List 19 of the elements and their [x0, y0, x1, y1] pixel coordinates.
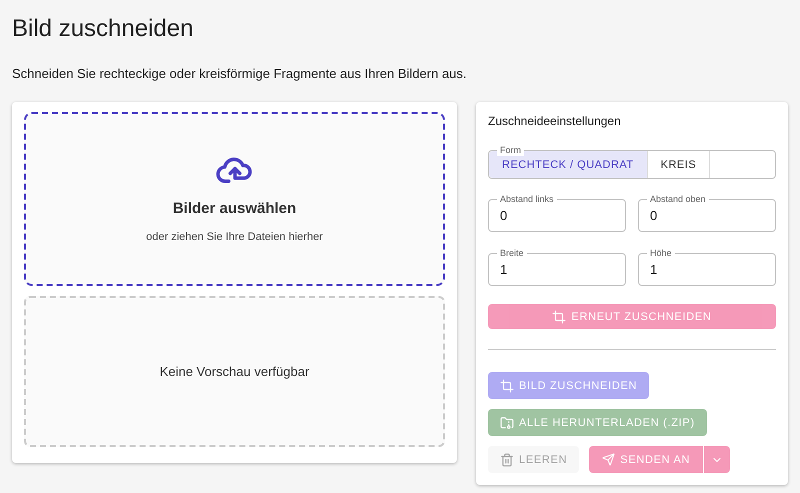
field-label: Abstand links	[497, 193, 557, 206]
dropzone[interactable]: Bilder auswählen oder ziehen Sie Ihre Dateien hierher	[24, 112, 445, 286]
trash-icon	[500, 452, 514, 466]
preview-empty-text: Keine Vorschau verfügbar	[160, 364, 310, 379]
field-label: Breite	[497, 247, 527, 260]
cloud-upload-icon	[216, 156, 254, 186]
page-title: Bild zuschneiden	[12, 14, 194, 44]
settings-title: Zuschneideeinstellungen	[488, 114, 622, 128]
crop-icon	[500, 378, 514, 392]
dropzone-title: Bilder auswählen	[172, 200, 296, 216]
send-icon	[602, 453, 616, 466]
send-menu-button[interactable]	[703, 446, 730, 473]
field-label: Abstand oben	[647, 193, 709, 206]
archive-folder-icon	[500, 416, 514, 430]
page-subtitle: Schneiden Sie rechteckige oder kreisförmige Fragmente aus Ihren Bildern aus.	[12, 66, 468, 82]
field-label: Höhe	[647, 247, 675, 260]
crop-icon	[552, 310, 566, 324]
dropzone-hint: oder ziehen Sie Ihre Dateien hierher	[146, 230, 323, 242]
shape-label: Form	[497, 144, 524, 156]
